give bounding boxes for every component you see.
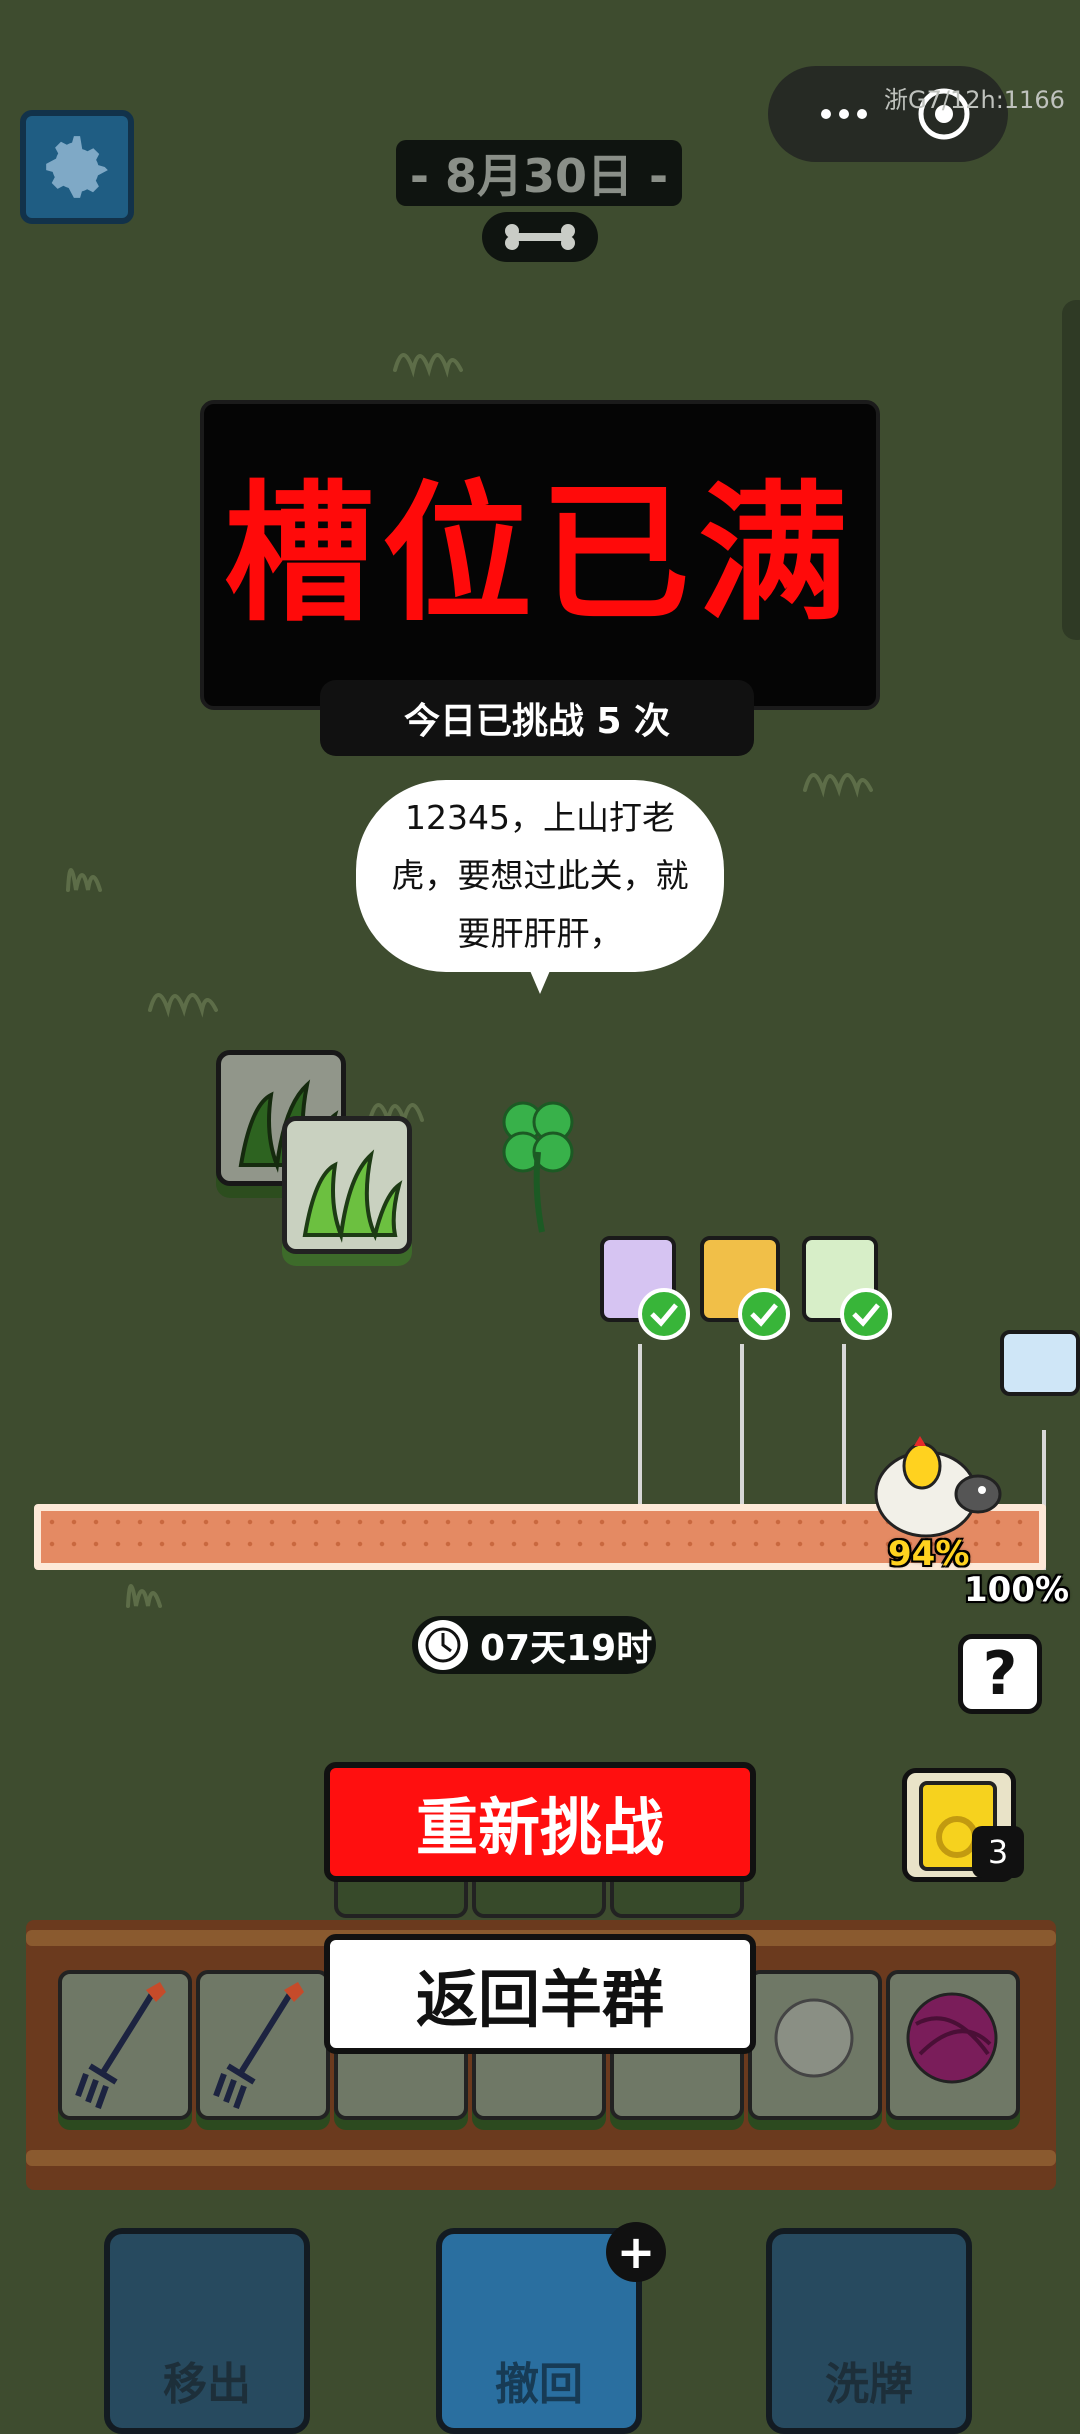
current-progress-label: 94%	[888, 1534, 970, 1574]
timer-text: 07天19时	[480, 1628, 653, 1669]
help-button[interactable]: ?	[958, 1634, 1042, 1714]
countdown-timer: 07天19时	[412, 1616, 656, 1674]
grass-icon	[302, 1149, 403, 1243]
gear-icon	[46, 136, 108, 198]
speech-text: 12345，上山打老虎，要想过此关，就要肝肝肝，	[391, 798, 689, 953]
slots-full-banner: 槽位已满	[200, 400, 880, 710]
move-out-button[interactable]: 移出	[104, 2228, 310, 2434]
watermark-text: 浙G7/12h:1166	[884, 86, 1065, 114]
add-undo-icon[interactable]: +	[606, 2222, 666, 2282]
four-leaf-clover-icon	[502, 1101, 574, 1233]
bone-icon	[482, 212, 598, 262]
side-pull-tab[interactable]	[1062, 300, 1080, 640]
clock-icon	[418, 1620, 468, 1670]
retry-button[interactable]: 重新挑战	[324, 1762, 756, 1882]
fence-rail	[26, 2150, 1056, 2166]
check-icon	[638, 1288, 690, 1340]
pitchfork-icon	[213, 1982, 304, 2110]
speech-bubble: 12345，上山打老虎，要想过此关，就要肝肝肝，	[356, 780, 724, 972]
wool-cloud-icon	[774, 1998, 854, 2078]
yarn-ball-icon	[906, 1992, 998, 2084]
max-progress-label: 100%	[964, 1570, 1070, 1610]
slot-wool	[748, 1970, 882, 2120]
envelope-icon[interactable]	[1000, 1330, 1080, 1396]
check-icon	[840, 1288, 892, 1340]
slot-pitchfork	[58, 1970, 192, 2120]
banner-title: 槽位已满	[223, 468, 856, 642]
undo-label: 撤回	[495, 2359, 583, 2410]
sheep-avatar-icon	[874, 1436, 1002, 1538]
card-count-badge: 3	[972, 1826, 1024, 1878]
more-icon	[821, 109, 867, 119]
more-menu-button[interactable]	[804, 90, 884, 138]
speech-bubble-tail	[528, 966, 552, 994]
shuffle-label: 洗牌	[825, 2359, 913, 2410]
move-out-label: 移出	[163, 2359, 251, 2410]
slot-pitchfork	[196, 1970, 330, 2120]
grass-tile-front[interactable]	[282, 1116, 412, 1254]
slot-yarn	[886, 1970, 1020, 2120]
back-to-flock-button[interactable]: 返回羊群	[324, 1934, 756, 2054]
date-label: - 8月30日 -	[396, 140, 682, 206]
challenge-count: 今日已挑战 5 次	[320, 680, 754, 756]
shuffle-button[interactable]: 洗牌	[766, 2228, 972, 2434]
check-icon	[738, 1288, 790, 1340]
pitchfork-icon	[75, 1982, 166, 2110]
settings-button[interactable]	[20, 110, 134, 224]
